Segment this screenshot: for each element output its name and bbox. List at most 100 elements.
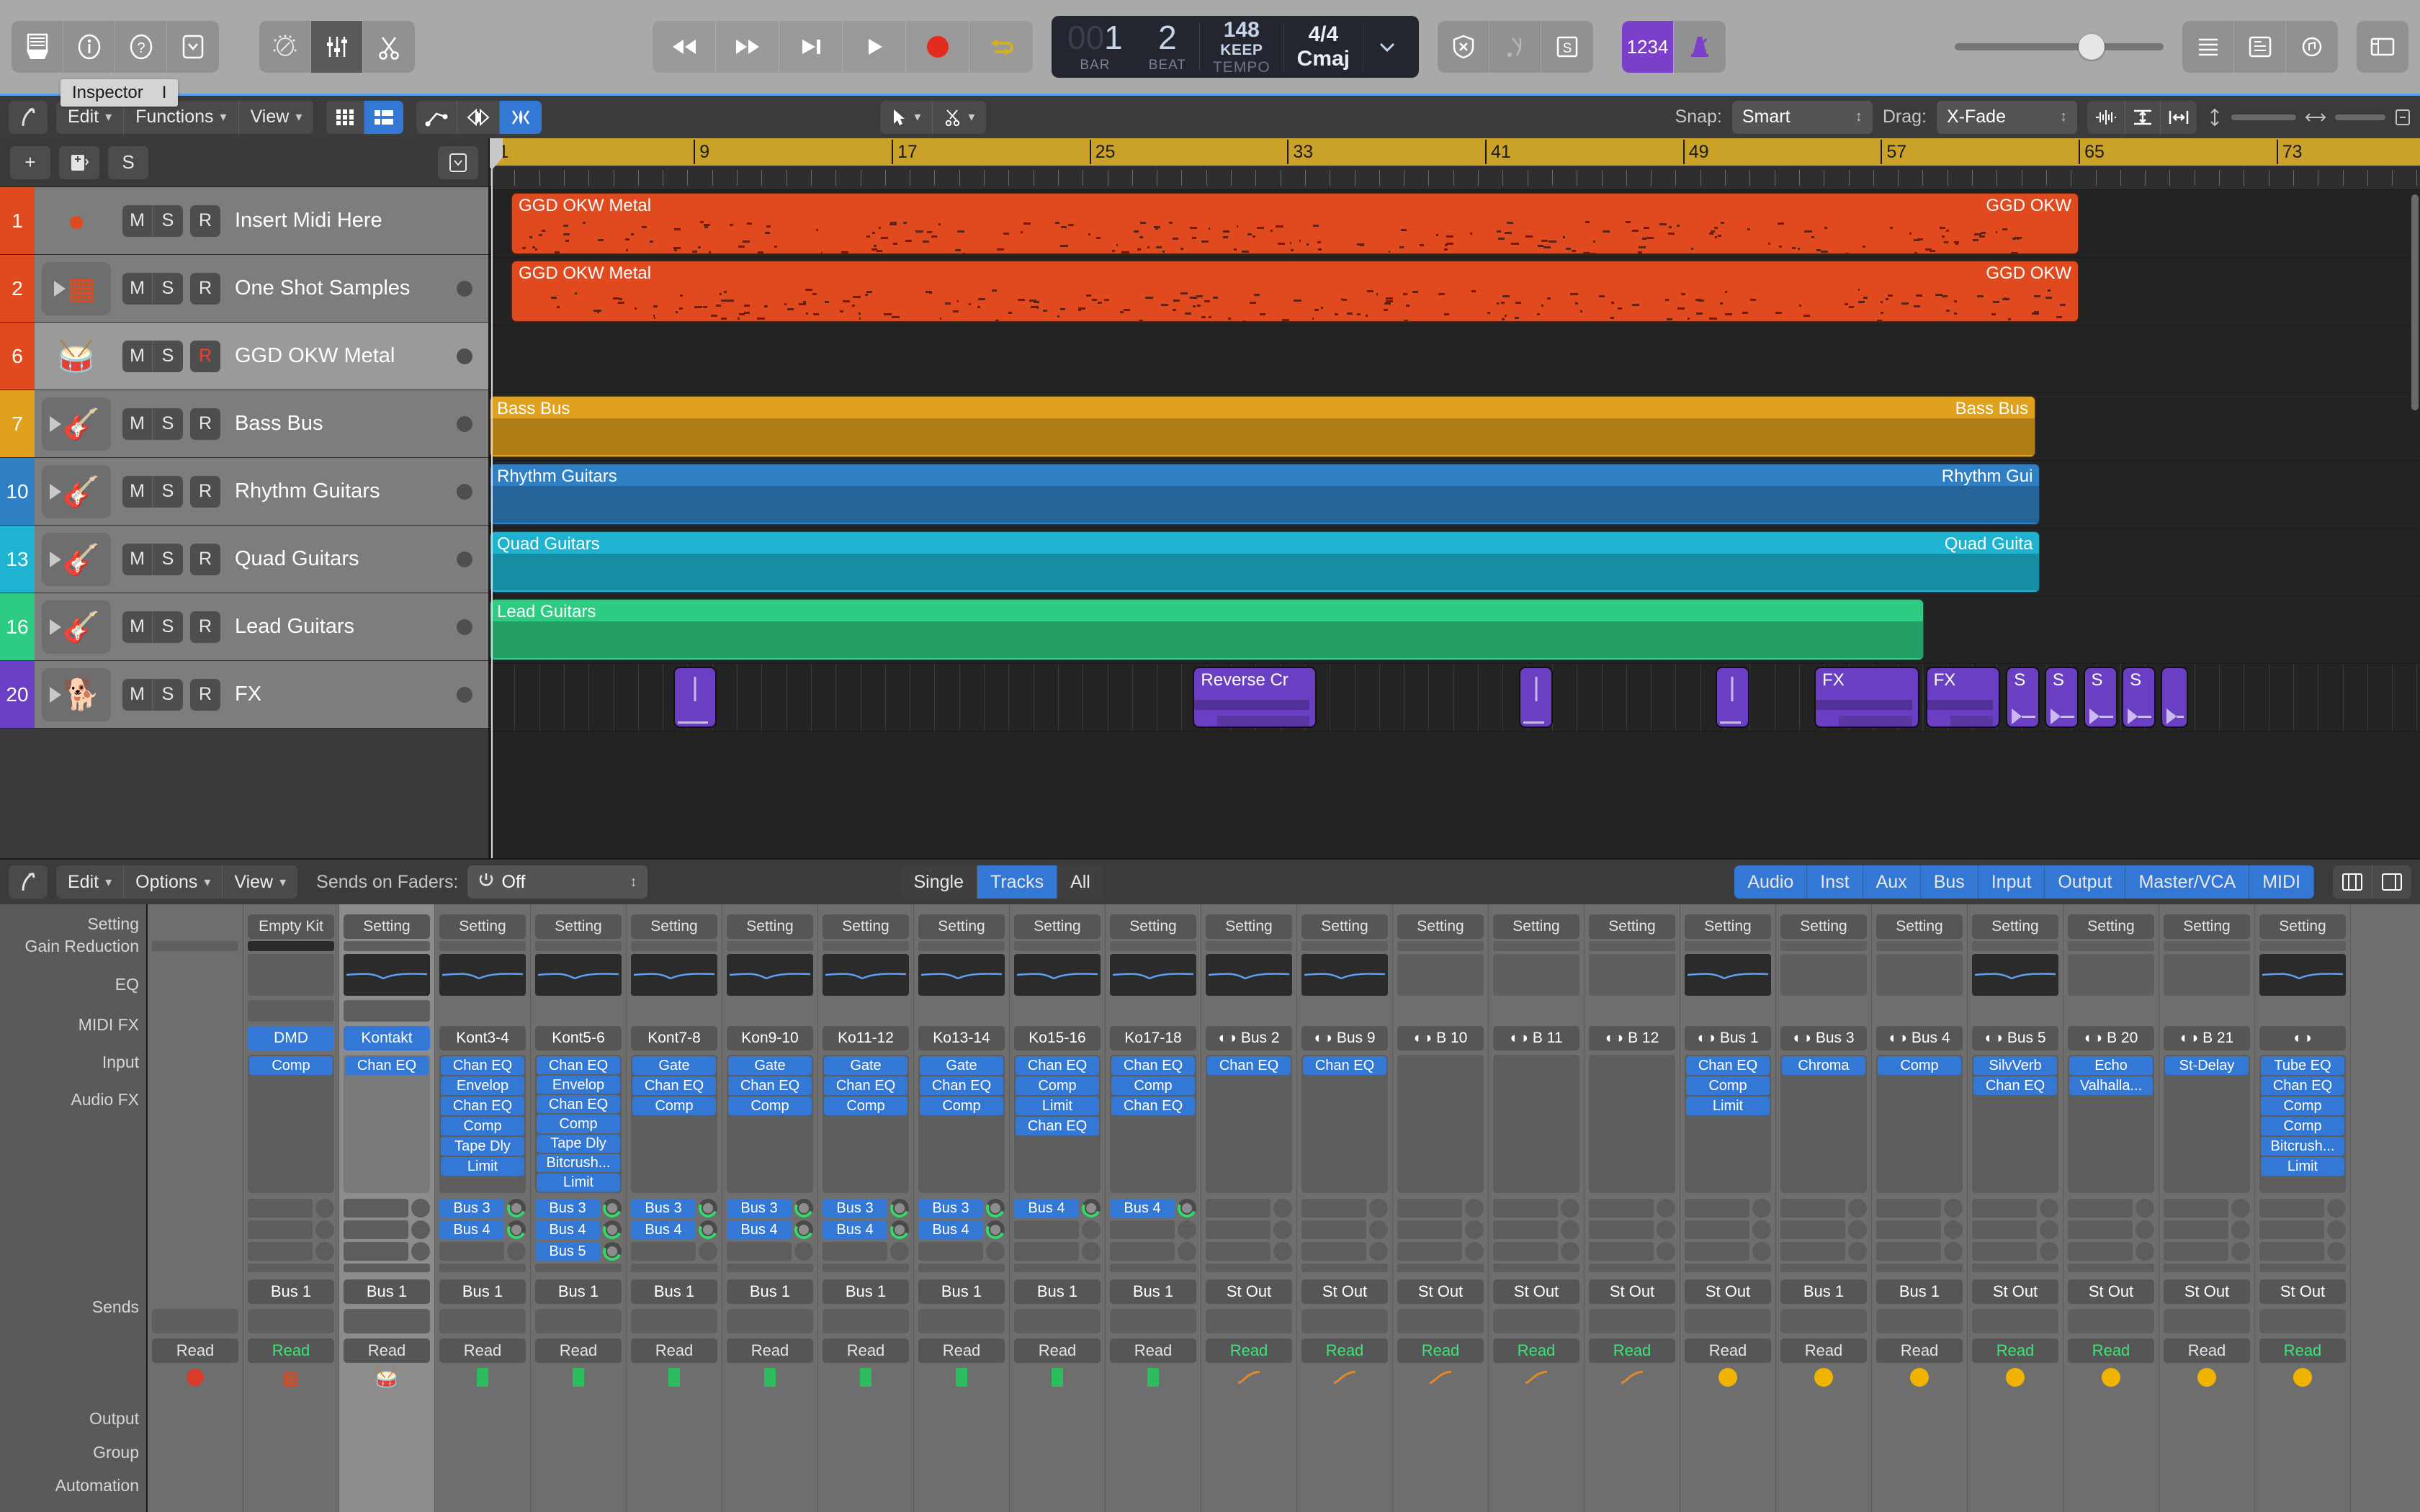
mixer-view-mode-single[interactable]: Single bbox=[901, 865, 978, 899]
loops-icon[interactable] bbox=[2286, 21, 2338, 73]
output-slot[interactable]: St Out bbox=[1589, 1279, 1675, 1304]
menu-view[interactable]: View▾ bbox=[239, 101, 314, 134]
channel-strip[interactable]: Setting◐◑Bus 2Chan EQSt OutRead bbox=[1201, 904, 1297, 1512]
track-lane[interactable]: GGD OKW MetalGGD OKW bbox=[490, 258, 2420, 325]
input-slot[interactable]: DMD bbox=[248, 1026, 334, 1050]
send-slot[interactable]: Bus 4 bbox=[823, 1220, 887, 1239]
eq-thumbnail[interactable] bbox=[1876, 954, 1963, 996]
audio-fx-slot[interactable]: Chan EQ bbox=[1973, 1076, 2057, 1095]
send-slot[interactable]: Bus 4 bbox=[631, 1220, 696, 1239]
fade-icon[interactable] bbox=[500, 101, 542, 134]
track-input-monitor-dot[interactable] bbox=[457, 552, 472, 567]
automation-mode-button[interactable]: Read bbox=[2259, 1338, 2346, 1363]
dog-icon[interactable]: 🐕 bbox=[42, 668, 111, 721]
track-name[interactable]: Bass Bus bbox=[235, 412, 323, 436]
sends-rack[interactable]: Bus 3Bus 4Bus 5 bbox=[535, 1199, 622, 1272]
input-slot[interactable]: Kontakt bbox=[344, 1026, 430, 1050]
audio-fx-slot[interactable]: Gate bbox=[824, 1056, 908, 1075]
track-disclosure-triangle[interactable] bbox=[50, 484, 61, 500]
audio-fx-rack[interactable]: Chroma bbox=[1780, 1055, 1867, 1193]
track-input-monitor-dot[interactable] bbox=[457, 348, 472, 364]
send-level-knob[interactable] bbox=[1178, 1220, 1196, 1239]
drum-pad-icon[interactable]: ● bbox=[42, 194, 111, 248]
automation-mode-button[interactable]: Read bbox=[344, 1338, 430, 1363]
tuner-icon[interactable] bbox=[1489, 21, 1541, 73]
audio-fx-slot[interactable]: Comp bbox=[632, 1097, 716, 1115]
group-slot[interactable] bbox=[1110, 1309, 1196, 1333]
fx-region[interactable]: FX bbox=[1814, 667, 1919, 728]
setting-button[interactable]: Setting bbox=[535, 914, 622, 939]
record-enable-button[interactable]: R bbox=[190, 341, 220, 372]
sends-rack[interactable] bbox=[2068, 1199, 2154, 1272]
audio-fx-slot[interactable]: Chan EQ bbox=[1111, 1056, 1195, 1075]
channel-strip[interactable]: Setting◐◑B 10St OutRead bbox=[1393, 904, 1489, 1512]
fx-region[interactable]: S bbox=[2084, 667, 2118, 728]
group-slot[interactable] bbox=[2259, 1309, 2346, 1333]
mixer-filter-output[interactable]: Output bbox=[2045, 865, 2125, 899]
send-slot[interactable] bbox=[1876, 1242, 1941, 1261]
send-level-knob[interactable] bbox=[1752, 1199, 1771, 1218]
input-slot[interactable]: ◐◑B 10 bbox=[1397, 1026, 1484, 1050]
send-slot[interactable] bbox=[1110, 1264, 1196, 1272]
send-level-knob[interactable] bbox=[1848, 1220, 1867, 1239]
send-slot[interactable] bbox=[1206, 1199, 1270, 1218]
lcd-beat[interactable]: 2 BEAT bbox=[1136, 16, 1199, 78]
scrollbar-thumb[interactable] bbox=[2411, 194, 2419, 410]
send-slot[interactable] bbox=[1493, 1264, 1579, 1272]
track-name[interactable]: Lead Guitars bbox=[235, 615, 354, 639]
sends-rack[interactable]: Bus 3Bus 4 bbox=[631, 1199, 717, 1272]
ruler-ticks[interactable] bbox=[490, 166, 2420, 190]
setting-button[interactable]: Setting bbox=[1589, 914, 1675, 939]
browsers-icon[interactable] bbox=[2357, 21, 2408, 73]
send-level-knob[interactable] bbox=[2136, 1242, 2154, 1261]
region-lanes[interactable]: GGD OKW MetalGGD OKWGGD OKW MetalGGD OKW… bbox=[490, 190, 2420, 858]
sends-rack[interactable]: Bus 4 bbox=[1014, 1199, 1101, 1272]
record-enable-button[interactable]: R bbox=[190, 544, 220, 575]
group-slot[interactable] bbox=[535, 1309, 622, 1333]
send-slot[interactable] bbox=[1014, 1242, 1079, 1261]
audio-fx-slot[interactable]: Envelop bbox=[441, 1076, 524, 1095]
horizontal-zoom-icon[interactable] bbox=[2161, 101, 2197, 134]
channel-strip[interactable]: SettingKon9-10GateChan EQCompBus 3Bus 4B… bbox=[722, 904, 818, 1512]
output-slot[interactable]: Bus 1 bbox=[344, 1279, 430, 1304]
output-slot[interactable]: Bus 1 bbox=[823, 1279, 909, 1304]
input-slot[interactable]: Kont3-4 bbox=[439, 1026, 526, 1050]
automation-mode-button[interactable]: Read bbox=[1301, 1338, 1388, 1363]
scissors-tool-icon[interactable]: ▾ bbox=[933, 101, 986, 134]
send-slot[interactable] bbox=[1014, 1264, 1101, 1272]
lcd-bar[interactable]: 001 BAR bbox=[1054, 16, 1136, 78]
setting-button[interactable]: Setting bbox=[631, 914, 717, 939]
audio-fx-slot[interactable]: Gate bbox=[728, 1056, 812, 1075]
channel-strip[interactable]: SettingKo15-16Chan EQCompLimitChan EQBus… bbox=[1010, 904, 1106, 1512]
automation-mode-button[interactable]: Read bbox=[152, 1338, 238, 1363]
setting-button[interactable]: Setting bbox=[1685, 914, 1771, 939]
send-level-knob[interactable] bbox=[986, 1220, 1005, 1239]
snap-select[interactable]: Smart ↕ bbox=[1732, 101, 1873, 134]
send-level-knob[interactable] bbox=[1944, 1220, 1963, 1239]
audio-fx-slot[interactable]: Chan EQ bbox=[345, 1056, 429, 1075]
setting-button[interactable]: Setting bbox=[1301, 914, 1388, 939]
send-level-knob[interactable] bbox=[699, 1199, 717, 1218]
eq-thumbnail[interactable] bbox=[1397, 954, 1484, 996]
rewind-button[interactable] bbox=[653, 21, 716, 73]
send-slot[interactable] bbox=[727, 1242, 792, 1261]
track-input-monitor-dot[interactable] bbox=[457, 484, 472, 500]
send-slot[interactable]: Bus 3 bbox=[918, 1199, 983, 1218]
send-level-knob[interactable] bbox=[1752, 1242, 1771, 1261]
send-level-knob[interactable] bbox=[2040, 1199, 2058, 1218]
audio-fx-rack[interactable]: Chan EQ bbox=[344, 1055, 430, 1193]
track-input-monitor-dot[interactable] bbox=[457, 281, 472, 297]
channel-strip[interactable]: SettingKo17-18Chan EQCompChan EQBus 4Bus… bbox=[1106, 904, 1201, 1512]
zoom-v-icon[interactable] bbox=[2207, 108, 2223, 127]
sends-rack[interactable] bbox=[152, 1199, 238, 1272]
mixer-filter-audio[interactable]: Audio bbox=[1734, 865, 1807, 899]
send-slot[interactable] bbox=[1589, 1242, 1654, 1261]
audio-fx-slot[interactable]: Envelop bbox=[537, 1076, 620, 1094]
send-level-knob[interactable] bbox=[1944, 1199, 1963, 1218]
audio-fx-rack[interactable] bbox=[1589, 1055, 1675, 1193]
setting-button[interactable]: Setting bbox=[344, 914, 430, 939]
zoom-h-icon[interactable] bbox=[2305, 110, 2326, 125]
send-slot[interactable]: Bus 4 bbox=[439, 1220, 504, 1239]
audio-fx-slot[interactable]: Chan EQ bbox=[1016, 1056, 1099, 1075]
audio-fx-slot[interactable]: Tape Dly bbox=[441, 1137, 524, 1156]
